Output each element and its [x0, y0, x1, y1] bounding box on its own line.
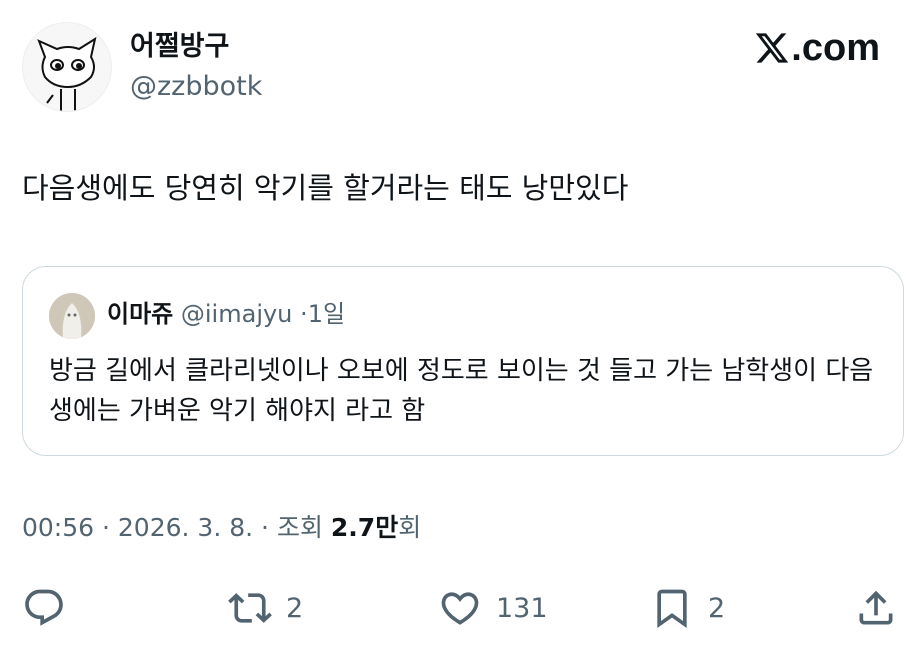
reply-icon — [25, 589, 63, 626]
author-display-name[interactable]: 어쩔방구 — [130, 30, 229, 64]
retweet-count: 2 — [286, 592, 304, 624]
views-label: 조회 — [276, 513, 323, 542]
share-button[interactable] — [854, 584, 898, 632]
views-unit: 회 — [398, 513, 422, 542]
views-count: 2.7만 — [330, 513, 399, 542]
quoted-handle[interactable]: @iimajyu — [181, 300, 293, 328]
retweet-icon — [228, 593, 272, 623]
quoted-text: 방금 길에서 클라리넷이나 오보에 정도로 보이는 것 들고 가는 남학생이 다… — [49, 356, 874, 426]
like-button[interactable]: 131 — [438, 584, 548, 632]
share-icon — [859, 590, 893, 625]
quoted-tweet[interactable]: 이마쥬 @iimajyu ·1일 방금 길에서 클라리넷이나 오보에 정도로 보… — [22, 266, 904, 456]
author-avatar[interactable] — [22, 22, 112, 112]
bookmark-icon — [657, 589, 687, 629]
tweet-meta: 00:56 · 2026. 3. 8. · 조회 2.7만회 — [22, 510, 421, 546]
heart-icon — [441, 592, 479, 625]
meta-separator-1: · — [102, 513, 110, 542]
quoted-header: 이마쥬 @iimajyu ·1일 — [107, 297, 345, 331]
x-logo-icon — [756, 33, 789, 63]
tweet-date[interactable]: 2026. 3. 8. — [118, 513, 253, 542]
brand-text: .com — [791, 26, 880, 69]
reply-button[interactable] — [22, 584, 66, 632]
quoted-author-avatar[interactable] — [49, 293, 95, 339]
tweet-text: 다음생에도 당연히 악기를 할거라는 태도 낭만있다 — [22, 171, 629, 205]
brand-logo: .com — [754, 26, 880, 70]
bookmark-button[interactable]: 2 — [650, 584, 725, 632]
ghost-photo-avatar-icon — [49, 293, 95, 339]
retweet-button[interactable]: 2 — [228, 584, 303, 632]
quoted-separator: · — [300, 300, 308, 328]
action-bar: 2 131 2 — [22, 584, 898, 632]
cat-doodle-avatar-icon — [37, 36, 97, 111]
tweet-time[interactable]: 00:56 — [22, 513, 94, 542]
like-count: 131 — [496, 592, 548, 624]
author-handle[interactable]: @zzbbotk — [130, 70, 262, 104]
quoted-time[interactable]: 1일 — [308, 300, 345, 328]
bookmark-count: 2 — [708, 592, 726, 624]
quoted-display-name[interactable]: 이마쥬 — [107, 300, 173, 328]
meta-separator-2: · — [261, 513, 269, 542]
